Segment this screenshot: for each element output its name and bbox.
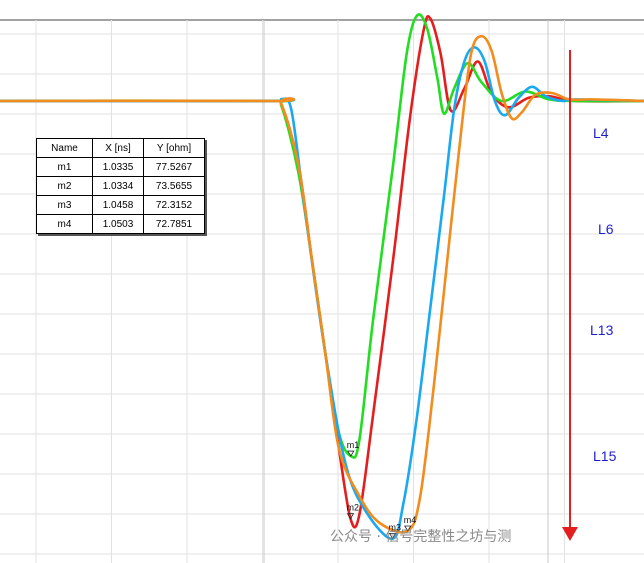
marker-table-row: m1 1.0335 77.5267 xyxy=(36,157,205,177)
marker-table-cell: 72.7851 xyxy=(143,214,205,234)
marker-table-cell: m1 xyxy=(36,157,93,177)
marker-table-row: m2 1.0334 73.5655 xyxy=(36,176,205,196)
marker-table-cell: 1.0458 xyxy=(92,195,144,215)
series-line-4 xyxy=(0,34,644,534)
marker-table-cell: 1.0503 xyxy=(92,214,144,234)
marker-table-header-y: Y [ohm] xyxy=(143,138,205,158)
marker-table: Name X [ns] Y [ohm] m1 1.0335 77.5267 m2… xyxy=(36,138,205,234)
tdr-impedance-plot: m1m2m3m4 xyxy=(0,13,644,563)
plot-curves xyxy=(0,13,644,540)
marker-m2-label: m2 xyxy=(346,503,359,513)
marker-table-cell: 1.0334 xyxy=(92,176,144,196)
watermark-text: 公众号 · 信号完整性之坊与测 xyxy=(330,529,512,545)
marker-table-cell: 77.5267 xyxy=(143,157,205,177)
marker-table-cell: 1.0335 xyxy=(92,157,144,177)
marker-table-row: m4 1.0503 72.7851 xyxy=(36,214,205,234)
marker-m1-label: m1 xyxy=(347,440,360,450)
marker-m4-label: m4 xyxy=(404,515,417,525)
marker-table-cell: 73.5655 xyxy=(143,176,205,196)
marker-table-cell: 72.3152 xyxy=(143,195,205,215)
marker-table-header-x: X [ns] xyxy=(92,138,144,158)
marker-table-header-name: Name xyxy=(36,138,93,158)
series-line-3 xyxy=(0,46,644,540)
marker-table-header-row: Name X [ns] Y [ohm] xyxy=(36,138,205,158)
marker-table-cell: m2 xyxy=(36,176,93,196)
marker-table-cell: m3 xyxy=(36,195,93,215)
layer-label-l15: L15 xyxy=(593,448,617,464)
series-line-2 xyxy=(0,13,644,459)
layer-label-l13: L13 xyxy=(590,322,614,338)
marker-table-cell: m4 xyxy=(36,214,93,234)
layer-label-l4: L4 xyxy=(593,125,609,141)
marker-table-row: m3 1.0458 72.3152 xyxy=(36,195,205,215)
layer-label-l6: L6 xyxy=(598,221,614,237)
